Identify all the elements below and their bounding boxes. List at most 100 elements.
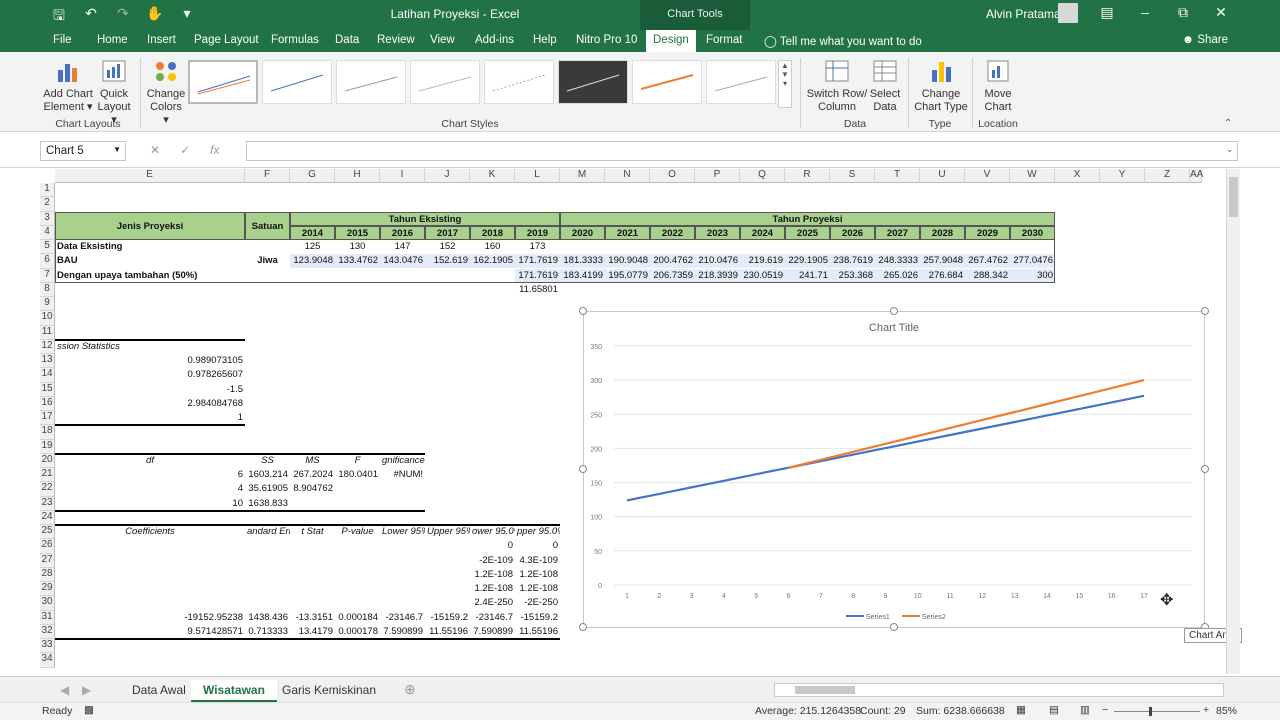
cell[interactable]: 8.904762 [290, 482, 335, 496]
resize-handle[interactable] [1201, 465, 1209, 473]
avatar[interactable] [1058, 3, 1078, 23]
cell[interactable]: 162.1905 [470, 254, 515, 269]
cell[interactable]: 248.3333 [875, 254, 920, 269]
ribbon-display-icon[interactable]: ▤ [1092, 4, 1122, 21]
column-header[interactable]: Z [1145, 169, 1190, 183]
column-header[interactable]: O [650, 169, 695, 183]
cell[interactable]: 2022 [650, 225, 695, 240]
change-colors-button[interactable]: Change Colors ▾ [146, 58, 186, 127]
cell[interactable]: Dengan upaya tambahan (50%) [55, 269, 245, 283]
row-header[interactable]: 12 [40, 339, 55, 354]
cell[interactable]: -2E-109 [470, 554, 515, 568]
cell[interactable]: 7.590899 [470, 625, 515, 639]
row-header[interactable]: 8 [40, 282, 55, 297]
cell[interactable]: 0.000178 [335, 625, 380, 639]
cell[interactable]: df [55, 454, 245, 468]
cell[interactable]: 265.026 [875, 268, 920, 283]
row-header[interactable]: 26 [40, 539, 55, 554]
cell[interactable]: 195.0779 [605, 268, 650, 283]
row-header[interactable]: 19 [40, 439, 55, 454]
cell[interactable]: gnificance F [380, 454, 425, 468]
cell[interactable]: 10 [55, 497, 245, 511]
cell[interactable]: 2024 [740, 225, 785, 240]
row-header[interactable]: 31 [40, 610, 55, 625]
row-header[interactable]: 6 [40, 254, 55, 269]
cell[interactable]: 173 [515, 240, 560, 254]
sheet-tab-wisatawan[interactable]: Wisatawan [191, 680, 277, 702]
redo-icon[interactable]: ↷ [114, 5, 132, 29]
column-header[interactable]: J [425, 169, 470, 183]
cell[interactable]: 160 [470, 240, 515, 254]
prev-sheet-icon[interactable]: ◀ [60, 683, 69, 697]
resize-handle[interactable] [579, 307, 587, 315]
row-header[interactable]: 20 [40, 453, 55, 468]
cell[interactable]: F [335, 454, 380, 468]
resize-handle[interactable] [890, 623, 898, 631]
row-header[interactable]: 11 [40, 325, 55, 340]
cell[interactable]: 2026 [830, 225, 875, 240]
chart-style-2[interactable] [262, 60, 332, 104]
row-header[interactable]: 24 [40, 510, 55, 525]
cell[interactable]: -15159.2 [425, 611, 470, 625]
cell[interactable]: 181.3333 [560, 254, 605, 269]
select-data-button[interactable]: Select Data [868, 58, 902, 114]
row-header[interactable]: 15 [40, 382, 55, 397]
chart-style-4[interactable] [410, 60, 480, 104]
row-header[interactable]: 29 [40, 582, 55, 597]
cell[interactable]: 125 [290, 240, 335, 254]
tell-me-box[interactable]: ◯ Tell me what you want to do [764, 34, 922, 48]
restore-icon[interactable]: ⧉ [1168, 4, 1198, 21]
column-header[interactable]: Q [740, 169, 785, 183]
sheet-tab-garis-kemiskinan[interactable]: Garis Kemiskinan [270, 680, 388, 702]
tab-file[interactable]: File [53, 34, 72, 46]
enter-icon[interactable]: ✓ [180, 143, 190, 157]
cell[interactable]: 219.619 [740, 254, 785, 269]
cell[interactable]: 1638.833 [245, 497, 290, 511]
cell[interactable]: 190.9048 [605, 254, 650, 269]
row-header[interactable]: 13 [40, 354, 55, 369]
cell[interactable]: 2028 [920, 225, 965, 240]
cell[interactable]: 2.984084768 [55, 397, 245, 411]
cell[interactable]: 1.2E-108 [470, 582, 515, 596]
cell[interactable]: -23146.7 [380, 611, 425, 625]
cell[interactable]: andard Erro [245, 525, 290, 539]
move-chart-button[interactable]: Move Chart [978, 58, 1018, 114]
more-icon[interactable]: ▾ [779, 79, 791, 88]
add-sheet-icon[interactable]: ⊕ [404, 681, 416, 698]
scroll-down-icon[interactable]: ▼ [779, 70, 791, 79]
tab-formulas[interactable]: Formulas [271, 34, 319, 46]
page-break-view-icon[interactable]: ▥ [1080, 704, 1090, 716]
tab-home[interactable]: Home [97, 34, 128, 46]
cell[interactable]: 210.0476 [695, 254, 740, 269]
column-header[interactable]: M [560, 169, 605, 183]
horizontal-scrollbar[interactable] [774, 683, 1224, 697]
touch-mode-icon[interactable]: ✋ [146, 5, 164, 29]
cell[interactable]: Data Eksisting [55, 240, 245, 254]
cell[interactable]: -19152.95238 [55, 611, 245, 625]
save-icon[interactable]: 🖫 [50, 5, 68, 29]
cell[interactable]: 229.1905 [785, 254, 830, 269]
cell[interactable]: 35.61905 [245, 482, 290, 496]
name-box[interactable]: Chart 5 ▼ [40, 141, 126, 161]
cell[interactable]: 2030 [1010, 225, 1055, 240]
scroll-thumb[interactable] [795, 686, 855, 694]
cell[interactable]: -2E-250 [515, 596, 560, 610]
resize-handle[interactable] [890, 307, 898, 315]
column-header[interactable]: Y [1100, 169, 1145, 183]
tab-nitro[interactable]: Nitro Pro 10 [576, 34, 637, 46]
row-header[interactable]: 27 [40, 553, 55, 568]
cell[interactable]: 147 [380, 240, 425, 254]
cell[interactable]: 0 [470, 539, 515, 553]
share-button[interactable]: ☻ Share [1182, 34, 1228, 46]
quick-layout-button[interactable]: Quick Layout ▾ [94, 58, 134, 127]
cell[interactable]: 2025 [785, 225, 830, 240]
chart-style-8[interactable] [706, 60, 776, 104]
column-header[interactable]: W [1010, 169, 1055, 183]
cell[interactable]: 152 [425, 240, 470, 254]
cell[interactable]: -13.3151 [290, 611, 335, 625]
row-header[interactable]: 21 [40, 468, 55, 483]
cell[interactable]: 9.571428571 [55, 625, 245, 639]
scroll-thumb[interactable] [1229, 177, 1238, 217]
cell[interactable]: 0.000184 [335, 611, 380, 625]
cell[interactable]: P-value [335, 525, 380, 539]
